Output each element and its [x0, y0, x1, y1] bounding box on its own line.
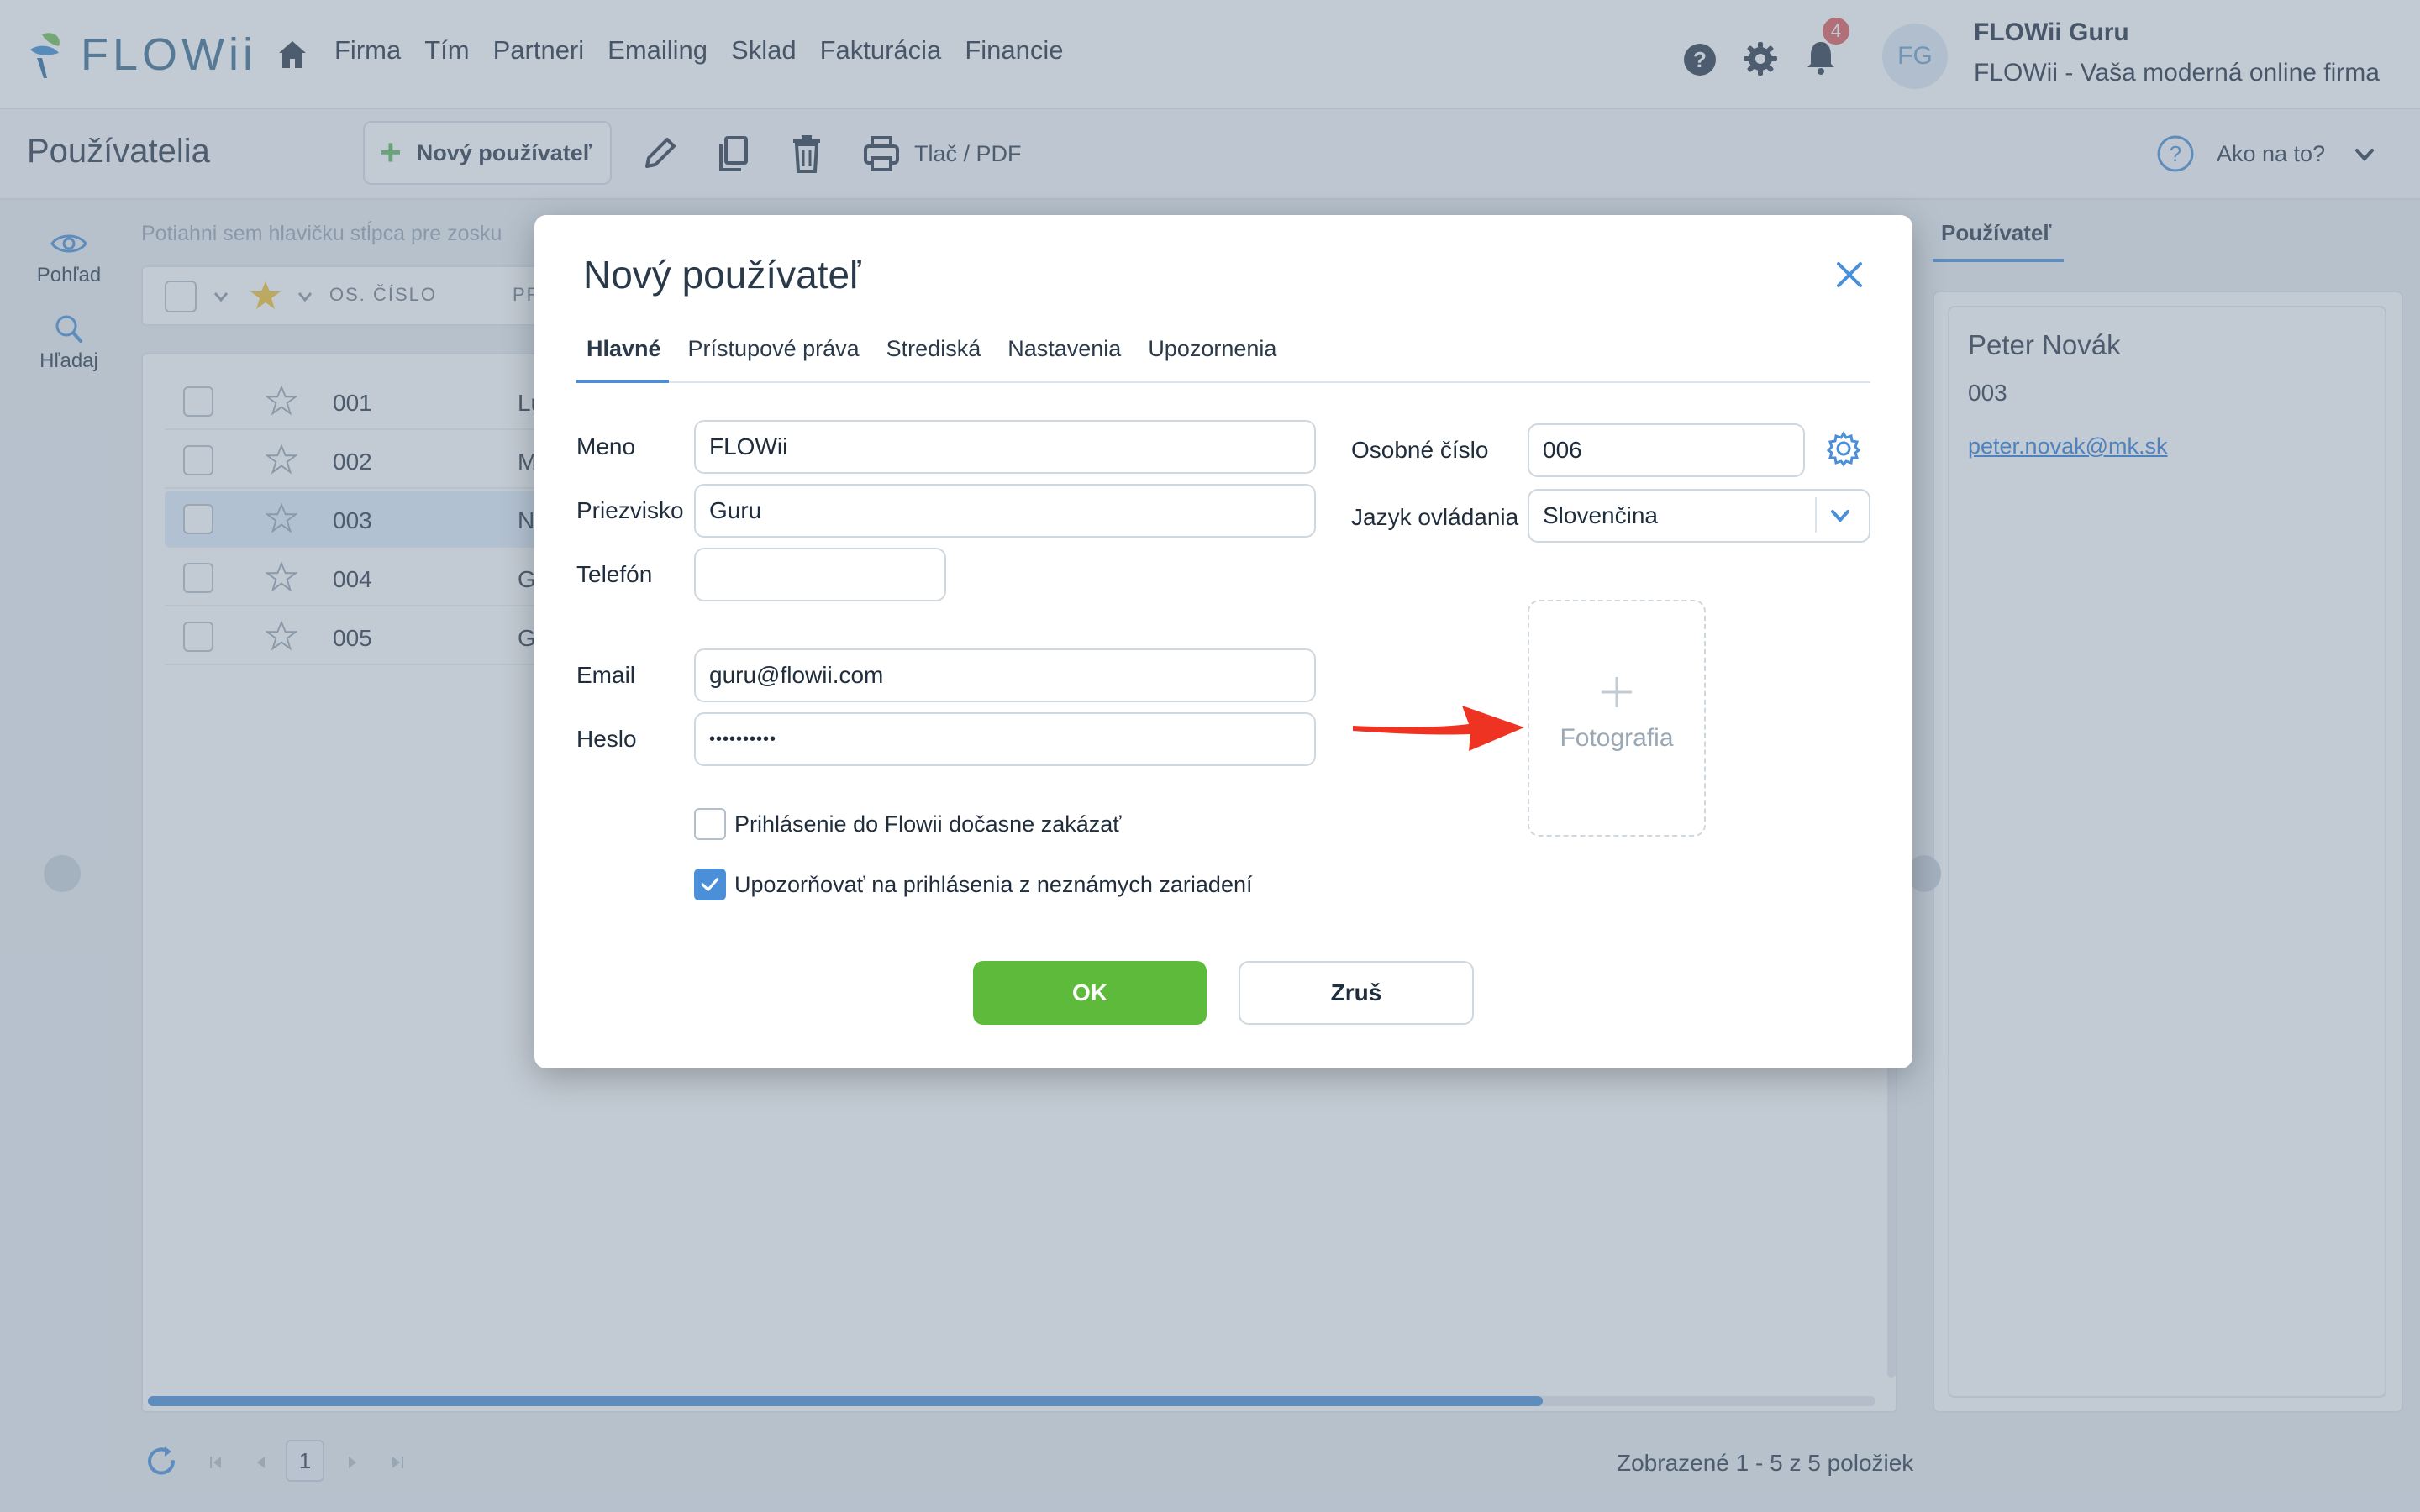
- telefon-label: Telefón: [576, 561, 653, 587]
- meno-label: Meno: [576, 433, 636, 459]
- checkmark-icon: [701, 878, 719, 891]
- close-icon[interactable]: [1835, 260, 1864, 289]
- personal-number-field[interactable]: 006: [1528, 423, 1805, 477]
- tab-strediska[interactable]: Strediská: [886, 336, 981, 362]
- password-field[interactable]: ••••••••••: [694, 712, 1316, 766]
- notify-login-label: Upozorňovať na prihlásenia z neznámych z…: [734, 871, 1253, 897]
- osobne-cislo-label: Osobné číslo: [1351, 437, 1489, 463]
- tab-pristupove-prava[interactable]: Prístupové práva: [688, 336, 860, 362]
- last-name-field[interactable]: Guru: [694, 484, 1316, 538]
- dialog-tabs: Hlavné Prístupové práva Strediská Nastav…: [576, 336, 1303, 362]
- language-select[interactable]: Slovenčina: [1528, 489, 1870, 543]
- numbering-settings-gear-icon[interactable]: [1825, 430, 1862, 467]
- disable-login-label: Prihlásenie do Flowii dočasne zakázať: [734, 811, 1122, 837]
- disable-login-checkbox-row[interactable]: Prihlásenie do Flowii dočasne zakázať: [694, 808, 1121, 840]
- jazyk-label: Jazyk ovládania: [1351, 504, 1519, 530]
- priezvisko-label: Priezvisko: [576, 497, 684, 523]
- notify-login-checkbox[interactable]: [694, 869, 726, 900]
- phone-field[interactable]: [694, 548, 946, 601]
- plus-icon: [1602, 677, 1632, 707]
- photo-label: Fotografia: [1560, 724, 1674, 752]
- tab-upozornenia[interactable]: Upozornenia: [1148, 336, 1276, 362]
- select-separator: [1815, 497, 1817, 533]
- tab-active-indicator: [576, 380, 669, 383]
- tab-nastavenia[interactable]: Nastavenia: [1007, 336, 1121, 362]
- dialog-title: Nový používateľ: [583, 253, 861, 297]
- cancel-button[interactable]: Zruš: [1239, 961, 1474, 1025]
- tabs-divider: [576, 381, 1870, 383]
- notify-login-checkbox-row[interactable]: Upozorňovať na prihlásenia z neznámych z…: [694, 869, 1252, 900]
- disable-login-checkbox[interactable]: [694, 808, 726, 840]
- email-label: Email: [576, 662, 636, 688]
- heslo-label: Heslo: [576, 726, 637, 752]
- email-field[interactable]: guru@flowii.com: [694, 648, 1316, 702]
- tab-hlavne[interactable]: Hlavné: [587, 336, 661, 362]
- red-arrow-annotation-icon: [1353, 706, 1524, 751]
- first-name-field[interactable]: FLOWii: [694, 420, 1316, 474]
- photo-upload[interactable]: [1528, 600, 1706, 837]
- ok-button[interactable]: OK: [973, 961, 1207, 1025]
- chevron-down-icon[interactable]: [1828, 504, 1852, 528]
